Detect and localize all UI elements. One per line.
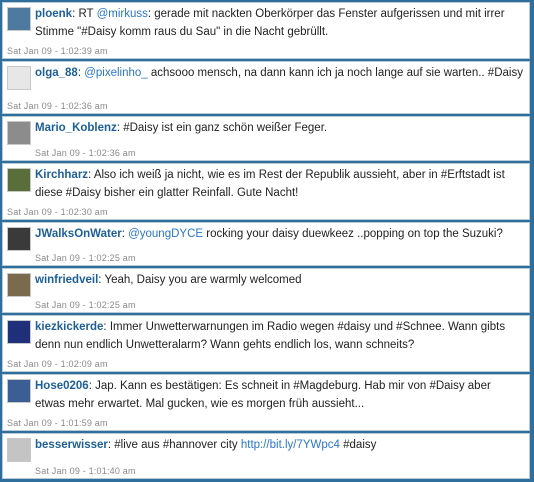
tweet-item: JWalksOnWater: @youngDYCE rocking your d… [2,222,530,266]
tweet-body-end: #daisy [339,439,377,451]
avatar[interactable] [7,7,31,31]
tweet-text: Mario_Koblenz: #Daisy ist ein ganz schön… [35,122,328,134]
tweet-body: Also ich weiß ja nicht, wie es im Rest d… [35,169,505,199]
timestamp: Sat Jan 09 - 1:02:09 am [7,359,108,369]
tweet-body: Jap. Kann es bestätigen: Es schneit in #… [35,380,491,410]
tweet-item: Hose0206: Jap. Kann es bestätigen: Es sc… [2,374,530,431]
tweet-text: ploenk: RT @mirkuss: gerade mit nackten … [35,8,505,38]
tweet-item: Kirchharz: Also ich weiß ja nicht, wie e… [2,163,530,220]
username-link[interactable]: JWalksOnWater [35,228,122,240]
tweet-text: JWalksOnWater: @youngDYCE rocking your d… [35,228,503,240]
url-link[interactable]: http://bit.ly/7YWpc4 [241,439,340,451]
tweet-body: Yeah, Daisy you are warmly welcomed [104,274,302,286]
avatar[interactable] [7,227,31,251]
tweet-body: #Daisy ist ein ganz schön weißer Feger. [123,122,328,134]
timestamp: Sat Jan 09 - 1:02:36 am [7,101,108,111]
timestamp: Sat Jan 09 - 1:02:39 am [7,46,108,56]
username-link[interactable]: olga_88 [35,67,78,79]
tweet-text: winfriedveil: Yeah, Daisy you are warmly… [35,274,302,286]
avatar[interactable] [7,121,31,145]
username-link[interactable]: Mario_Koblenz [35,122,117,134]
tweet-body: #live aus #hannover city [114,439,241,451]
timestamp: Sat Jan 09 - 1:02:25 am [35,253,136,263]
avatar[interactable] [7,66,31,90]
avatar[interactable] [7,168,31,192]
timestamp: Sat Jan 09 - 1:02:25 am [35,300,136,310]
tweet-feed: ploenk: RT @mirkuss: gerade mit nackten … [0,0,534,482]
tweet-item: besserwisser: #live aus #hannover city h… [2,433,530,479]
avatar[interactable] [7,320,31,344]
tweet-body: achsooo mensch, na dann kann ich ja noch… [147,67,523,79]
tweet-item: Mario_Koblenz: #Daisy ist ein ganz schön… [2,116,530,161]
username-link[interactable]: Kirchharz [35,169,88,181]
mention-link[interactable]: @mirkuss [97,8,148,20]
tweet-text: Hose0206: Jap. Kann es bestätigen: Es sc… [35,380,491,410]
timestamp: Sat Jan 09 - 1:02:30 am [7,207,108,217]
tweet-body: Immer Unwetterwarnungen im Radio wegen #… [35,321,506,351]
avatar[interactable] [7,273,31,297]
timestamp: Sat Jan 09 - 1:01:40 am [35,466,136,476]
tweet-text: olga_88: @pixelinho_ achsooo mensch, na … [35,67,523,79]
tweet-text: kiezkickerde: Immer Unwetterwarnungen im… [35,321,506,351]
tweet-item: ploenk: RT @mirkuss: gerade mit nackten … [2,2,530,59]
tweet-item: olga_88: @pixelinho_ achsooo mensch, na … [2,61,530,114]
tweet-item: winfriedveil: Yeah, Daisy you are warmly… [2,268,530,313]
mention-link[interactable]: @pixelinho_ [84,67,147,79]
username-link[interactable]: winfriedveil [35,274,98,286]
timestamp: Sat Jan 09 - 1:01:59 am [7,418,108,428]
timestamp: Sat Jan 09 - 1:02:36 am [35,148,136,158]
username-link[interactable]: kiezkickerde [35,321,103,333]
mention-link[interactable]: @youngDYCE [128,228,203,240]
tweet-prefix: RT [78,8,97,20]
avatar[interactable] [7,379,31,403]
tweet-text: besserwisser: #live aus #hannover city h… [35,439,377,451]
tweet-body: rocking your daisy duewkeez ..popping on… [203,228,503,240]
username-link[interactable]: ploenk [35,8,72,20]
avatar[interactable] [7,438,31,462]
tweet-item: kiezkickerde: Immer Unwetterwarnungen im… [2,315,530,372]
username-link[interactable]: besserwisser [35,439,108,451]
username-link[interactable]: Hose0206 [35,380,89,392]
tweet-text: Kirchharz: Also ich weiß ja nicht, wie e… [35,169,505,199]
